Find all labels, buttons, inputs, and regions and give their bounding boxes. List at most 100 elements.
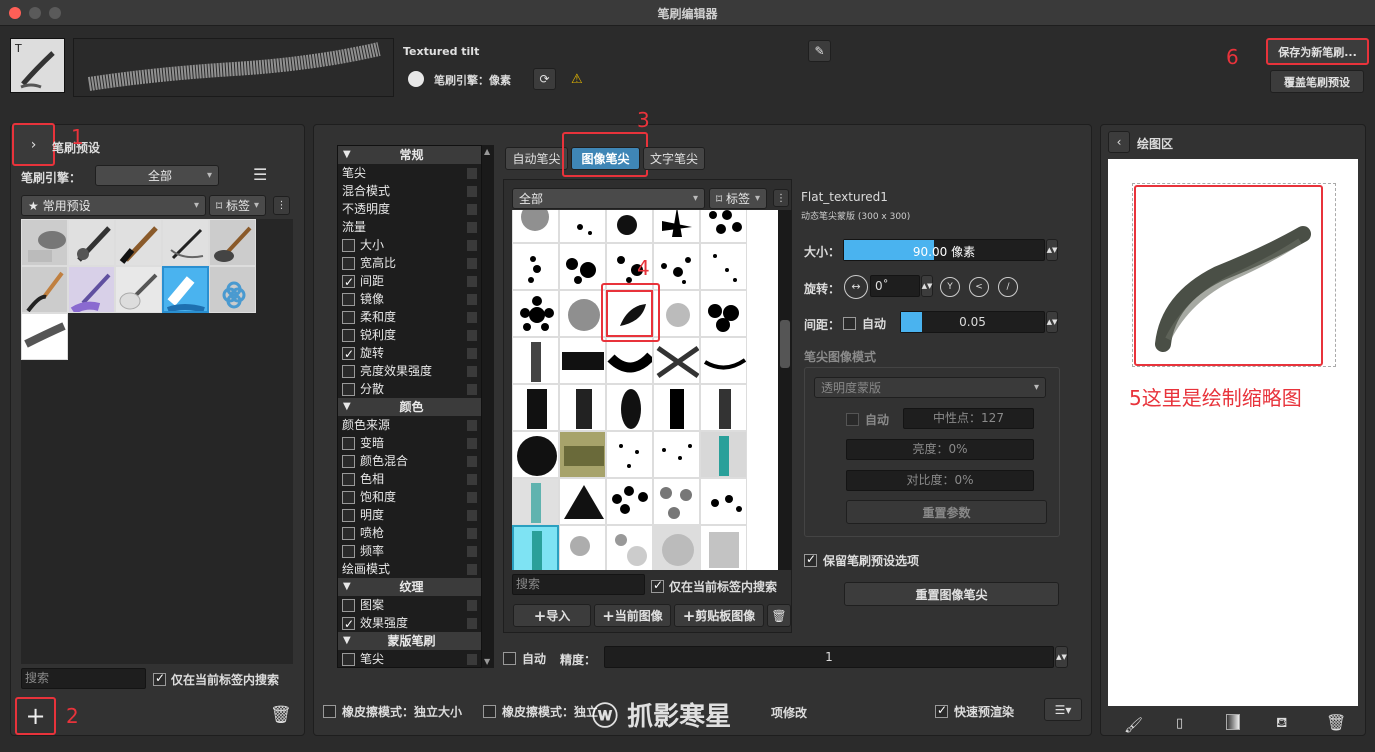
current-image-button[interactable]: + 当前图像 xyxy=(594,604,671,627)
property-checkbox[interactable] xyxy=(342,490,355,504)
property-checkbox[interactable] xyxy=(342,292,355,306)
tip-thumb[interactable] xyxy=(512,337,559,384)
property-item[interactable]: 笔尖 xyxy=(338,164,481,182)
property-lock-tab[interactable] xyxy=(467,456,477,467)
tip-grid-scrollbar[interactable] xyxy=(778,210,792,570)
tip-search-in-tag-checkbox[interactable] xyxy=(651,578,664,593)
property-lock-tab[interactable] xyxy=(467,312,477,323)
property-item[interactable]: 颜色混合 xyxy=(338,452,481,470)
property-lock-tab[interactable] xyxy=(467,654,477,665)
save-new-brush-button[interactable]: 保存为新笔刷... xyxy=(1266,38,1369,65)
preset-pattern[interactable] xyxy=(209,266,256,313)
property-item[interactable]: 旋转 xyxy=(338,344,481,363)
mask-mode-select[interactable]: 透明度蒙版 xyxy=(814,377,1046,398)
section-header[interactable]: ▼ 颜色 xyxy=(338,398,481,416)
tip-thumb[interactable] xyxy=(653,290,700,337)
tip-thumb[interactable] xyxy=(559,431,606,478)
section-header[interactable]: ▼ 蒙版笔刷 xyxy=(338,632,481,650)
property-lock-tab[interactable] xyxy=(467,222,477,233)
brightness-slider[interactable]: 亮度：0% xyxy=(846,439,1034,460)
size-slider[interactable]: 90.00 像素 xyxy=(843,239,1045,261)
property-item[interactable]: 明度 xyxy=(338,506,481,524)
midpoint-auto[interactable]: 自动 xyxy=(846,411,889,428)
edit-name-button[interactable]: ✎ xyxy=(808,40,831,62)
tip-thumb[interactable] xyxy=(559,210,606,243)
property-lock-tab[interactable] xyxy=(467,384,477,395)
preset-search-in-tag-checkbox[interactable] xyxy=(153,671,166,686)
preset-marker-selected[interactable] xyxy=(162,266,209,313)
property-item[interactable]: 锐利度 xyxy=(338,326,481,344)
property-item[interactable]: 频率 xyxy=(338,542,481,560)
preset-textured-tilt[interactable] xyxy=(21,313,68,360)
preset-search-in-tag[interactable]: 仅在当前标签内搜索 xyxy=(153,671,279,688)
property-lock-tab[interactable] xyxy=(467,564,477,575)
eraser-size-checkbox[interactable] xyxy=(323,705,336,718)
property-checkbox[interactable] xyxy=(342,436,355,450)
brush-color-dot[interactable] xyxy=(408,71,424,87)
property-lock-tab[interactable] xyxy=(467,204,477,215)
property-checkbox[interactable] xyxy=(342,345,355,363)
keep-preset-checkbox[interactable] xyxy=(804,552,817,567)
property-item[interactable]: 绘画模式 xyxy=(338,560,481,578)
preset-eraser[interactable] xyxy=(21,219,68,266)
gradient-icon[interactable] xyxy=(1226,714,1240,730)
tip-tag-button[interactable]: ⌑ 标签 xyxy=(709,188,767,209)
engine-filter-select[interactable]: 全部 xyxy=(95,165,219,186)
precision-auto-checkbox[interactable] xyxy=(503,652,516,665)
precision-stepper[interactable]: ▲▼ xyxy=(1055,646,1068,668)
tip-thumb[interactable] xyxy=(512,525,559,570)
preset-brush-a[interactable] xyxy=(115,219,162,266)
collapse-draw-button[interactable]: ‹ xyxy=(1108,131,1130,153)
property-lock-tab[interactable] xyxy=(467,276,477,287)
rotation-preset-icon-3[interactable]: / xyxy=(998,277,1018,297)
property-item[interactable]: 喷枪 xyxy=(338,524,481,542)
tip-thumb[interactable] xyxy=(653,478,700,525)
tab-text-tip[interactable]: 文字笔尖 xyxy=(643,147,705,170)
tip-thumb[interactable] xyxy=(700,478,747,525)
property-checkbox[interactable] xyxy=(342,364,355,378)
rotation-input[interactable]: 0˚ xyxy=(870,275,920,297)
preset-tag-button[interactable]: ⌑ 标签 xyxy=(209,195,266,216)
tip-thumb[interactable] xyxy=(559,337,606,384)
property-lock-tab[interactable] xyxy=(467,492,477,503)
tip-filter-select[interactable]: 全部 xyxy=(512,188,705,209)
tip-thumb[interactable] xyxy=(653,525,700,570)
delete-tip-button[interactable]: 🗑 xyxy=(767,604,791,627)
brush-tool-icon[interactable]: 🖌 xyxy=(1124,716,1143,734)
tip-thumb[interactable] xyxy=(512,243,559,290)
tip-thumb[interactable] xyxy=(700,337,747,384)
clear-trash-icon[interactable]: 🗑 xyxy=(1326,713,1346,732)
clipboard-image-button[interactable]: + 剪贴板图像 xyxy=(674,604,764,627)
property-checkbox[interactable] xyxy=(342,472,355,486)
expand-presets-button[interactable]: › xyxy=(12,123,55,166)
add-preset-button[interactable]: + xyxy=(15,697,56,735)
property-item[interactable]: 变暗 xyxy=(338,434,481,452)
property-checkbox[interactable] xyxy=(342,508,355,522)
tip-thumb[interactable] xyxy=(653,243,700,290)
property-lock-tab[interactable] xyxy=(467,240,477,251)
tip-thumb[interactable] xyxy=(512,210,559,243)
property-checkbox[interactable] xyxy=(342,615,355,633)
tip-thumb[interactable] xyxy=(653,384,700,431)
size-stepper[interactable]: ▲▼ xyxy=(1046,239,1058,261)
spacing-auto[interactable]: 自动 xyxy=(843,315,886,332)
property-item[interactable]: 笔尖 xyxy=(338,650,481,668)
property-checkbox[interactable] xyxy=(342,328,355,342)
property-checkbox[interactable] xyxy=(342,310,355,324)
spacing-auto-checkbox[interactable] xyxy=(843,317,856,330)
property-item[interactable]: 不透明度 xyxy=(338,200,481,218)
page-icon[interactable]: ▯ xyxy=(1176,716,1183,731)
tip-thumb[interactable] xyxy=(559,243,606,290)
property-lock-tab[interactable] xyxy=(467,348,477,359)
property-lock-tab[interactable] xyxy=(467,366,477,377)
preset-purple-brush[interactable] xyxy=(68,266,115,313)
tip-thumb[interactable] xyxy=(653,337,700,384)
property-item[interactable]: 混合模式 xyxy=(338,182,481,200)
property-item[interactable]: 色相 xyxy=(338,470,481,488)
tip-thumb[interactable] xyxy=(653,210,700,243)
tip-thumb[interactable] xyxy=(559,525,606,570)
tip-thumb[interactable] xyxy=(700,210,747,243)
tip-thumb[interactable] xyxy=(700,525,747,570)
tip-thumb[interactable] xyxy=(606,431,653,478)
property-lock-tab[interactable] xyxy=(467,546,477,557)
